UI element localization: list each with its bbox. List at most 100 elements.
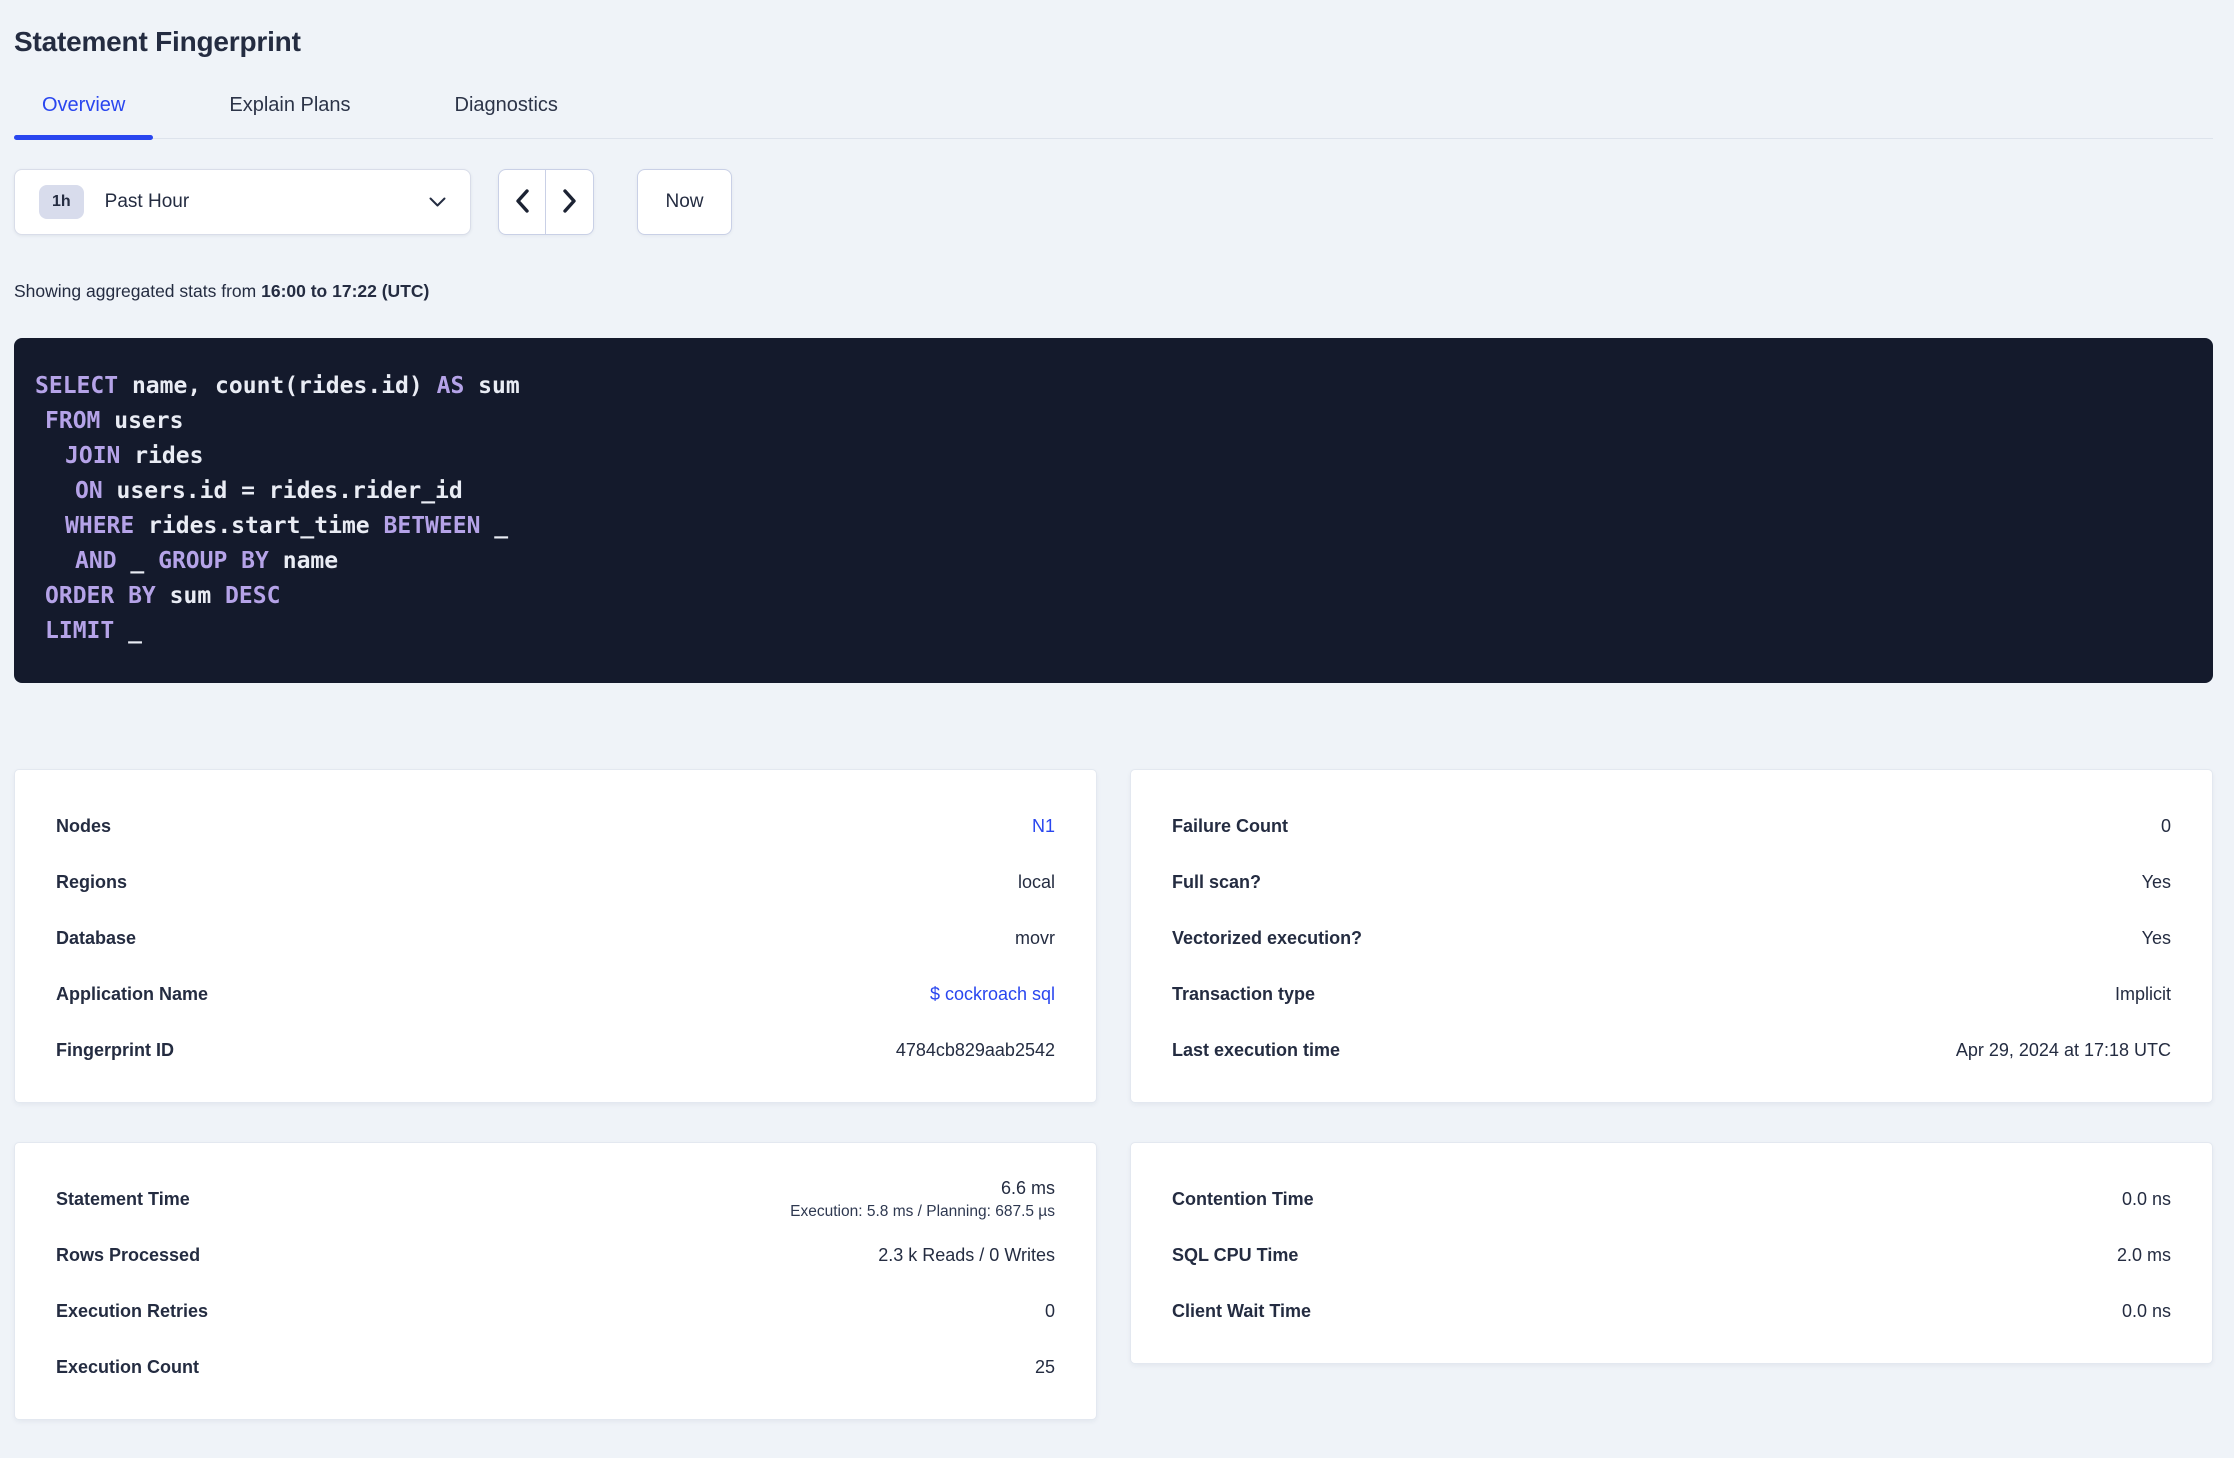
stat-row: Execution Count 25 xyxy=(56,1339,1055,1395)
sql-text: _ xyxy=(116,548,159,574)
stat-value-wrap: 0.0 ns xyxy=(2122,1189,2171,1210)
stat-label: Transaction type xyxy=(1172,983,1316,1004)
sql-line: SELECT name, count(rides.id) AS sum xyxy=(35,369,2193,404)
stat-value-wrap: $ cockroach sql xyxy=(930,984,1055,1005)
tab[interactable]: Overview xyxy=(14,84,154,140)
overview-card-row: Nodes N1 Regions local Database movr App… xyxy=(14,769,2213,1103)
stat-value: Yes xyxy=(2141,927,2171,948)
stat-value: 6.6 ms xyxy=(1000,1177,1055,1198)
sql-keyword: LIMIT xyxy=(45,618,115,644)
stat-label: Client Wait Time xyxy=(1172,1300,1312,1321)
stat-label: Nodes xyxy=(56,815,112,836)
tab[interactable]: Diagnostics xyxy=(427,84,586,138)
overview-attributes-card: Nodes N1 Regions local Database movr App… xyxy=(14,769,1097,1103)
stat-label: Contention Time xyxy=(1172,1188,1314,1209)
sql-text: sum xyxy=(155,583,226,609)
stat-label: Statement Time xyxy=(56,1188,190,1209)
now-button[interactable]: Now xyxy=(637,169,732,235)
stat-row: Last execution time Apr 29, 2024 at 17:1… xyxy=(1172,1022,2171,1078)
stat-value: 0 xyxy=(1044,1300,1055,1321)
tab[interactable]: Explain Plans xyxy=(201,84,378,138)
stat-row: Database movr xyxy=(56,910,1055,966)
stat-label: Vectorized execution? xyxy=(1172,927,1363,948)
statement-fingerprint-page: Statement Fingerprint Overview Explain P… xyxy=(0,0,2234,1420)
sql-line: LIMIT _ xyxy=(35,614,2193,649)
aggregation-status: Showing aggregated stats from 16:00 to 1… xyxy=(14,281,2213,302)
sql-text: _ xyxy=(114,618,142,644)
stat-value: 2.3 k Reads / 0 Writes xyxy=(878,1244,1055,1265)
wait-times-card: Contention Time 0.0 ns SQL CPU Time 2.0 … xyxy=(1130,1142,2213,1364)
stat-row: Client Wait Time 0.0 ns xyxy=(1172,1283,2171,1339)
stat-value-wrap: 25 xyxy=(1035,1357,1055,1378)
sql-keyword: GROUP BY xyxy=(158,548,269,574)
stat-value: 25 xyxy=(1034,1356,1055,1377)
sql-keyword: ON xyxy=(75,478,103,504)
previous-interval-button[interactable] xyxy=(499,170,546,234)
sql-line: AND _ GROUP BY name xyxy=(35,544,2193,579)
stat-value: 0.0 ns xyxy=(2121,1300,2171,1321)
stat-value-wrap: N1 xyxy=(1032,816,1055,837)
stat-value: Implicit xyxy=(2114,983,2171,1004)
sql-line: ORDER BY sum DESC xyxy=(35,579,2193,614)
sql-text: rides.start_time xyxy=(134,513,384,539)
sql-keyword: WHERE xyxy=(65,513,135,539)
sql-text: name, count(rides.id) xyxy=(118,373,437,399)
sql-line: JOIN rides xyxy=(35,439,2193,474)
tab-label: Diagnostics xyxy=(454,94,558,116)
stat-label: SQL CPU Time xyxy=(1172,1244,1299,1265)
sql-keyword: JOIN xyxy=(65,443,121,469)
stat-value: local xyxy=(1017,871,1055,892)
tab-label: Overview xyxy=(42,94,126,116)
sql-keyword: BETWEEN xyxy=(383,513,481,539)
stat-label: Fingerprint ID xyxy=(56,1039,174,1060)
stat-label: Full scan? xyxy=(1172,871,1262,892)
execution-attributes-card: Failure Count 0 Full scan? Yes Vectorize… xyxy=(1130,769,2213,1103)
stat-value: 2.0 ms xyxy=(2116,1244,2171,1265)
stat-value-wrap: 0.0 ns xyxy=(2122,1301,2171,1322)
stat-value: movr xyxy=(1015,927,1055,948)
sql-line: ON users.id = rides.rider_id xyxy=(35,474,2193,509)
sql-keyword: AS xyxy=(436,373,465,399)
sql-line: FROM users xyxy=(35,404,2193,439)
stat-row: Rows Processed 2.3 k Reads / 0 Writes xyxy=(56,1227,1055,1283)
tab-bar: Overview Explain Plans Diagnostics xyxy=(14,84,2213,140)
stat-label: Application Name xyxy=(56,983,209,1004)
stat-row: Fingerprint ID 4784cb829aab2542 xyxy=(56,1022,1055,1078)
time-step-button-group xyxy=(498,169,594,235)
stat-value-wrap: 0 xyxy=(1045,1301,1055,1322)
sql-text: _ xyxy=(480,513,509,539)
stat-value-wrap: Apr 29, 2024 at 17:18 UTC xyxy=(1956,1040,2171,1061)
aggregation-status-prefix: Showing aggregated stats from xyxy=(14,281,257,301)
sql-keyword: DESC xyxy=(225,583,281,609)
stat-row: Regions local xyxy=(56,854,1055,910)
stat-label: Execution Retries xyxy=(56,1300,209,1321)
time-range-dropdown[interactable]: 1h Past Hour xyxy=(14,169,471,235)
stat-subvalue: Execution: 5.8 ms / Planning: 687.5 µs xyxy=(790,1202,1055,1220)
stat-value-wrap: Yes xyxy=(2142,928,2171,949)
stat-row: Vectorized execution? Yes xyxy=(1172,910,2171,966)
stat-value-wrap: Yes xyxy=(2142,872,2171,893)
sql-text: users xyxy=(100,408,184,434)
sql-text: users.id = rides.rider_id xyxy=(102,478,463,504)
next-interval-button[interactable] xyxy=(546,170,593,234)
stat-value[interactable]: $ cockroach sql xyxy=(930,984,1055,1005)
sql-statement-box: SELECT name, count(rides.id) AS sum FROM … xyxy=(14,338,2213,683)
stat-label: Failure Count xyxy=(1172,815,1288,836)
stat-value[interactable]: N1 xyxy=(1032,816,1055,837)
stat-row: Failure Count 0 xyxy=(1172,798,2171,854)
stat-value-wrap: 2.0 ms xyxy=(2117,1245,2171,1266)
statement-times-card: Statement Time 6.6 ms Execution: 5.8 ms … xyxy=(14,1142,1097,1420)
time-interval-badge: 1h xyxy=(39,185,84,219)
chevron-down-icon xyxy=(429,197,446,207)
time-controls: 1h Past Hour Now xyxy=(14,169,2213,235)
stat-value-wrap: Implicit xyxy=(2115,984,2171,1005)
stat-value-wrap: 2.3 k Reads / 0 Writes xyxy=(878,1245,1055,1266)
stat-label: Database xyxy=(56,927,137,948)
stat-value-wrap: 0 xyxy=(2161,816,2171,837)
sql-text: name xyxy=(268,548,339,574)
stat-row: Transaction type Implicit xyxy=(1172,966,2171,1022)
stat-row: Contention Time 0.0 ns xyxy=(1172,1171,2171,1227)
stat-label: Last execution time xyxy=(1172,1039,1341,1060)
chevron-left-icon xyxy=(515,188,529,216)
stat-label: Regions xyxy=(56,871,128,892)
